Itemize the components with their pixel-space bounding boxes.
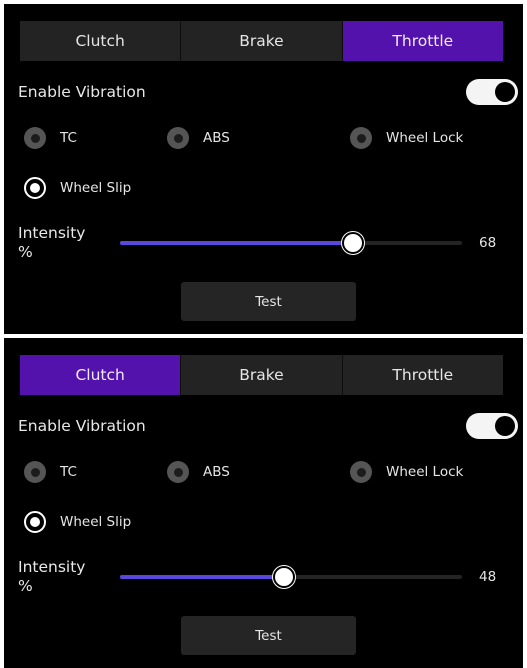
radio-wheel-slip[interactable]: Wheel Slip [24, 511, 131, 533]
radio-tc[interactable]: TC [24, 127, 77, 149]
tab-throttle[interactable]: Throttle [342, 21, 503, 61]
intensity-label: Intensity % [18, 558, 86, 595]
radio-label: TC [60, 130, 77, 146]
tab-brake[interactable]: Brake [181, 21, 343, 61]
tab-clutch[interactable]: Clutch [20, 21, 182, 61]
pedal-tabs: Clutch Brake Throttle [20, 355, 503, 395]
radio-wheel-slip[interactable]: Wheel Slip [24, 177, 131, 199]
radio-label: Wheel Lock [386, 130, 464, 146]
radio-label: Wheel Slip [60, 514, 132, 530]
enable-vibration-toggle[interactable] [466, 413, 518, 439]
vibration-panel-throttle: Clutch Brake Throttle Enable Vibration T… [4, 4, 523, 334]
radio-circle-icon [24, 127, 46, 149]
radio-circle-icon [350, 461, 372, 483]
intensity-slider[interactable] [120, 566, 462, 588]
enable-vibration-toggle[interactable] [466, 79, 518, 105]
slider-thumb[interactable] [341, 232, 364, 254]
test-button[interactable]: Test [181, 616, 356, 655]
radio-abs[interactable]: ABS [167, 461, 230, 483]
radio-circle-icon [167, 127, 189, 149]
enable-vibration-label: Enable Vibration [18, 417, 146, 435]
radio-abs[interactable]: ABS [167, 127, 230, 149]
radio-tc[interactable]: TC [24, 461, 77, 483]
slider-fill [120, 575, 285, 579]
radio-checked-icon [24, 177, 46, 199]
intensity-value: 68 [479, 235, 497, 251]
test-button[interactable]: Test [181, 282, 356, 321]
vibration-panel-clutch: Clutch Brake Throttle Enable Vibration T… [4, 338, 523, 668]
tab-clutch[interactable]: Clutch [20, 355, 182, 395]
radio-checked-icon [24, 511, 46, 533]
radio-circle-icon [350, 127, 372, 149]
tab-brake[interactable]: Brake [181, 355, 343, 395]
slider-fill [120, 241, 353, 245]
radio-wheel-lock[interactable]: Wheel Lock [350, 461, 463, 483]
radio-label: ABS [203, 130, 230, 146]
intensity-slider[interactable] [120, 232, 462, 254]
pedal-tabs: Clutch Brake Throttle [20, 21, 503, 61]
radio-label: ABS [203, 464, 230, 480]
radio-wheel-lock[interactable]: Wheel Lock [350, 127, 463, 149]
enable-vibration-label: Enable Vibration [18, 83, 146, 101]
radio-label: Wheel Slip [60, 180, 132, 196]
intensity-label: Intensity % [18, 224, 86, 261]
radio-circle-icon [167, 461, 189, 483]
toggle-knob [495, 82, 515, 102]
radio-label: Wheel Lock [386, 464, 464, 480]
radio-circle-icon [24, 461, 46, 483]
toggle-knob [495, 416, 515, 436]
tab-throttle[interactable]: Throttle [342, 355, 503, 395]
radio-label: TC [60, 464, 77, 480]
intensity-value: 48 [479, 569, 497, 585]
slider-thumb[interactable] [273, 566, 296, 588]
